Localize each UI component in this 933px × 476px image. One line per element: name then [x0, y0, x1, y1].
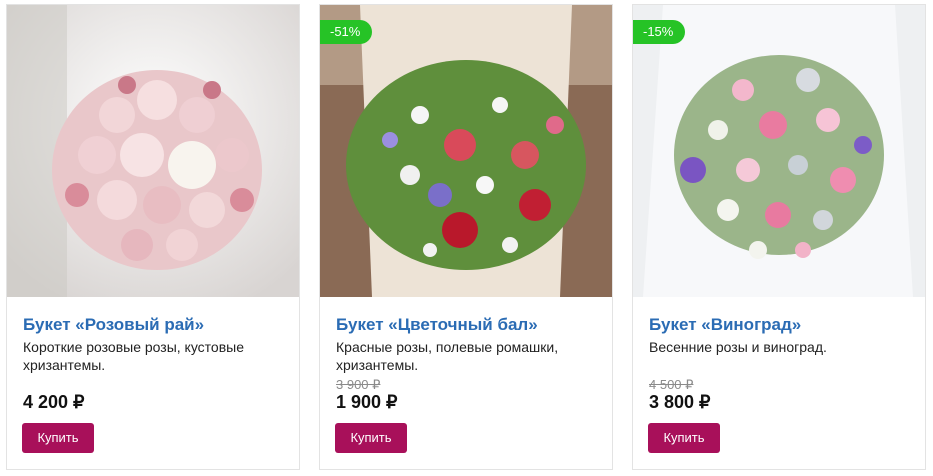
product-card: -51% Букет «Цветочный бал» Красные розы,…: [319, 4, 613, 470]
buy-button[interactable]: Купить: [22, 423, 94, 453]
product-title[interactable]: Букет «Цветочный бал»: [336, 315, 538, 335]
product-card: -15% Букет «Виноград» Весенние розы и ви…: [632, 4, 926, 470]
product-card: Букет «Розовый рай» Короткие розовые роз…: [6, 4, 300, 470]
product-photo[interactable]: [633, 5, 925, 297]
old-price: 4 500 ₽: [649, 377, 694, 392]
buy-button[interactable]: Купить: [648, 423, 720, 453]
buy-button[interactable]: Купить: [335, 423, 407, 453]
product-photo[interactable]: [320, 5, 612, 297]
product-title[interactable]: Букет «Виноград»: [649, 315, 801, 335]
product-description: Весенние розы и виноград.: [649, 339, 827, 355]
product-price: 1 900 ₽: [336, 392, 398, 412]
product-description: Короткие розовые розы, кустовые хризанте…: [23, 339, 245, 373]
product-price: 4 200 ₽: [23, 392, 85, 412]
product-title[interactable]: Букет «Розовый рай»: [23, 315, 204, 335]
product-photo[interactable]: [7, 5, 299, 297]
discount-badge: -51%: [320, 20, 373, 44]
old-price: 3 900 ₽: [336, 377, 381, 392]
discount-badge: -15%: [633, 20, 686, 44]
product-description: Красные розы, полевые ромашки, хризантем…: [336, 339, 559, 373]
product-price: 3 800 ₽: [649, 392, 711, 412]
